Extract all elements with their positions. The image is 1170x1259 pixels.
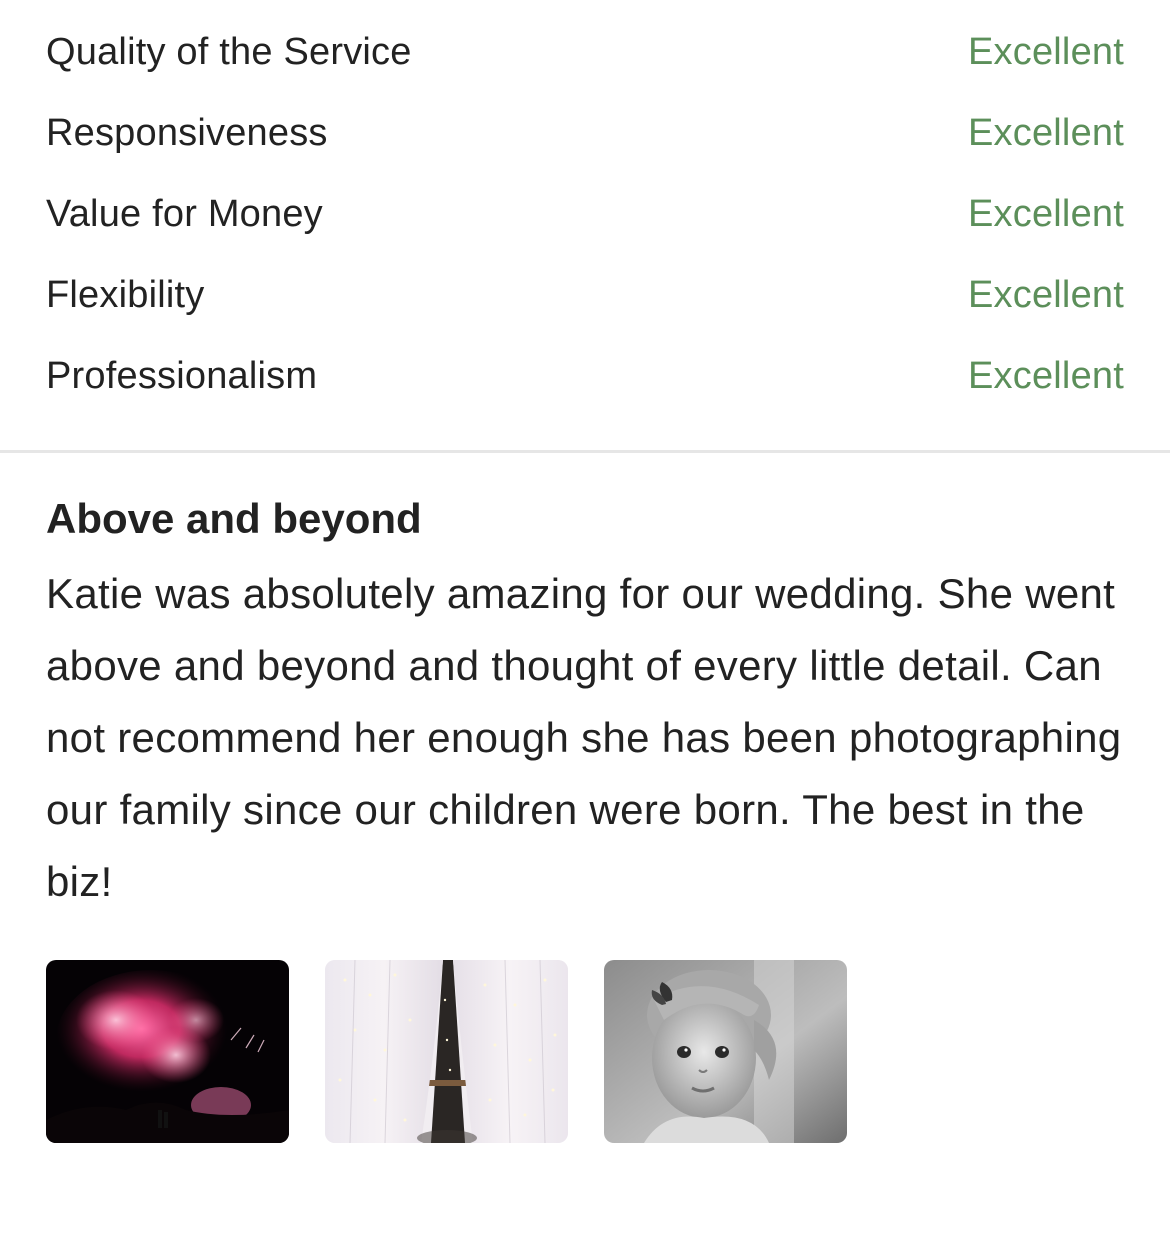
ratings-list: Quality of the Service Excellent Respons… bbox=[0, 12, 1170, 417]
rating-label: Responsiveness bbox=[46, 112, 328, 154]
photo-thumbnail-fireworks[interactable] bbox=[46, 960, 289, 1143]
rating-label: Quality of the Service bbox=[46, 31, 412, 73]
review-body: Katie was absolutely amazing for our wed… bbox=[46, 570, 1122, 905]
rating-value: Excellent bbox=[968, 355, 1124, 397]
photo-thumbnail-child-portrait[interactable] bbox=[604, 960, 847, 1143]
rating-value: Excellent bbox=[968, 112, 1124, 154]
rating-value: Excellent bbox=[968, 274, 1124, 316]
rating-value: Excellent bbox=[968, 31, 1124, 73]
section-divider bbox=[0, 450, 1170, 453]
rating-row-flexibility: Flexibility Excellent bbox=[0, 255, 1170, 336]
photo-thumbnail-curtain-lights[interactable] bbox=[325, 960, 568, 1143]
rating-row-value-for-money: Value for Money Excellent bbox=[0, 174, 1170, 255]
review-page: Quality of the Service Excellent Respons… bbox=[0, 0, 1170, 1259]
rating-label: Flexibility bbox=[46, 274, 205, 316]
review-section: Above and beyond Katie was absolutely am… bbox=[46, 488, 1136, 918]
rating-row-responsiveness: Responsiveness Excellent bbox=[0, 93, 1170, 174]
review-title: Above and beyond bbox=[46, 495, 422, 542]
rating-label: Professionalism bbox=[46, 355, 318, 397]
child-portrait-photo-icon bbox=[604, 960, 847, 1143]
curtain-lights-photo-icon bbox=[325, 960, 568, 1143]
rating-label: Value for Money bbox=[46, 193, 323, 235]
rating-row-professionalism: Professionalism Excellent bbox=[0, 336, 1170, 417]
review-photos bbox=[46, 960, 847, 1143]
rating-value: Excellent bbox=[968, 193, 1124, 235]
fireworks-photo-icon bbox=[46, 960, 289, 1143]
rating-row-quality: Quality of the Service Excellent bbox=[0, 12, 1170, 93]
